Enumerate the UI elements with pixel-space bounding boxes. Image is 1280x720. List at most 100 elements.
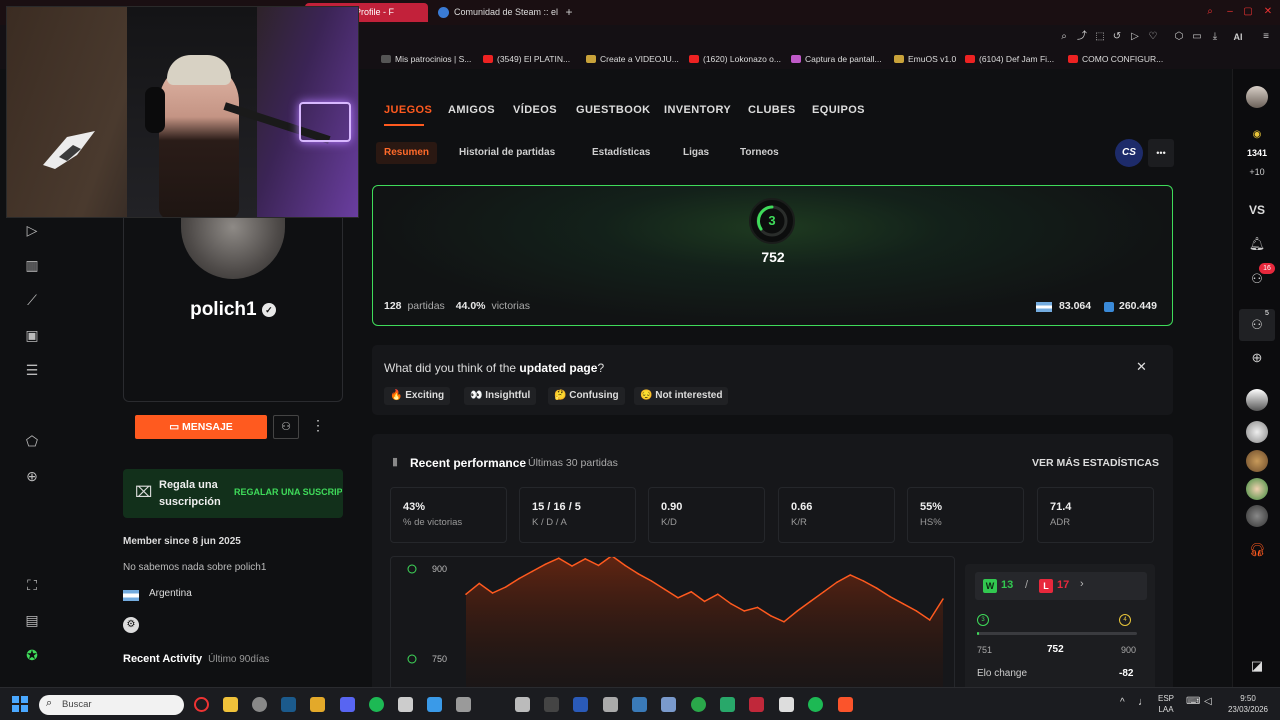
subtab-estadisticas[interactable]: Estadísticas bbox=[584, 142, 658, 164]
friend-avatar[interactable] bbox=[1246, 421, 1268, 443]
tab-juegos[interactable]: JUEGOS bbox=[384, 104, 432, 116]
spotify-app-icon[interactable] bbox=[808, 697, 823, 712]
video-icon[interactable]: ▣ bbox=[22, 325, 42, 345]
bookmark-item[interactable]: Mis patrocinios | S... bbox=[381, 52, 471, 66]
feedback-option-confusing[interactable]: 🤔 Confusing bbox=[548, 387, 625, 405]
add-friend-button[interactable]: ⚇ bbox=[273, 415, 299, 439]
play-icon[interactable]: ▷ bbox=[1129, 31, 1141, 43]
bookmark-item[interactable]: Create a VIDEOJU... bbox=[586, 52, 679, 66]
app-icon[interactable] bbox=[515, 697, 530, 712]
volume-icon[interactable]: ◁ bbox=[1204, 696, 1212, 707]
chevron-right-icon[interactable]: › bbox=[1080, 578, 1084, 590]
friend-avatar[interactable] bbox=[1246, 389, 1268, 411]
message-button[interactable]: ▭ MENSAJE bbox=[135, 415, 267, 439]
tab-clubes[interactable]: CLUBES bbox=[748, 104, 796, 116]
watch-icon[interactable]: ▷ bbox=[22, 220, 42, 240]
discord-app-icon[interactable] bbox=[340, 697, 355, 712]
spotify-app-icon[interactable] bbox=[369, 697, 384, 712]
ai-button[interactable]: AI bbox=[1227, 31, 1249, 43]
screenshot-icon[interactable]: ⬚ bbox=[1094, 31, 1106, 43]
friend-avatar[interactable] bbox=[1246, 505, 1268, 527]
list-icon[interactable]: ☰ bbox=[22, 360, 42, 380]
feedback-option-exciting[interactable]: 🔥 Exciting bbox=[384, 387, 451, 405]
more-options-icon[interactable]: ⋮ bbox=[311, 417, 325, 437]
taskbar-search-input[interactable]: ⌕ Buscar bbox=[39, 695, 184, 715]
cs-game-badge[interactable]: CS bbox=[1115, 139, 1143, 167]
subtab-ligas[interactable]: Ligas bbox=[675, 142, 717, 164]
close-window-icon[interactable]: ✕ bbox=[1262, 6, 1274, 18]
app-icon[interactable] bbox=[720, 697, 735, 712]
app-icon[interactable] bbox=[544, 697, 559, 712]
tab-guestbook[interactable]: GUESTBOOK bbox=[576, 104, 651, 116]
xbox-app-icon[interactable] bbox=[691, 697, 706, 712]
party-icon[interactable]: ⚇ bbox=[1247, 315, 1267, 335]
heart-icon[interactable]: ♡ bbox=[1147, 31, 1159, 43]
shop-icon[interactable]: ▤ bbox=[22, 610, 42, 630]
gift-subscription-button[interactable]: REGALAR UNA SUSCRIPCIÓN bbox=[234, 487, 342, 497]
steam-app-icon[interactable] bbox=[281, 697, 296, 712]
tab-amigos[interactable]: AMIGOS bbox=[448, 104, 495, 116]
wallet-icon[interactable]: ▭ bbox=[1191, 31, 1203, 43]
user-avatar[interactable] bbox=[1246, 86, 1268, 108]
zoom-icon[interactable]: ⌕ bbox=[1058, 31, 1070, 43]
friend-avatar[interactable] bbox=[1246, 450, 1268, 472]
app-icon[interactable] bbox=[779, 697, 794, 712]
friend-avatar[interactable] bbox=[1246, 478, 1268, 500]
share-icon[interactable]: ⤴ bbox=[1076, 31, 1088, 43]
clubs-icon[interactable]: ⬠ bbox=[22, 431, 42, 451]
add-party-icon[interactable]: ⊕ bbox=[1247, 348, 1267, 368]
mic-icon[interactable]: ♩ bbox=[1138, 696, 1149, 708]
faceit-logo-icon[interactable]: ◪ bbox=[1247, 656, 1267, 676]
bookmark-item[interactable]: (3549) El PLATIN... bbox=[483, 52, 570, 66]
rankings-icon[interactable]: ▥ bbox=[22, 255, 42, 275]
search-tabs-icon[interactable]: ⌕ bbox=[1204, 6, 1216, 18]
premium-icon[interactable]: ✪ bbox=[22, 645, 42, 665]
tab-videos[interactable]: VÍDEOS bbox=[513, 104, 557, 116]
feedback-option-insightful[interactable]: 👀 Insightful bbox=[464, 387, 537, 405]
feedback-close-icon[interactable]: ✕ bbox=[1136, 359, 1147, 375]
brave-app-icon[interactable] bbox=[838, 697, 853, 712]
support-headset-icon[interactable]: 🎧︎ bbox=[1247, 540, 1267, 560]
app-icon[interactable] bbox=[749, 697, 764, 712]
new-tab-icon[interactable]: + bbox=[563, 6, 575, 18]
subtab-torneos[interactable]: Torneos bbox=[732, 142, 787, 164]
subtab-resumen[interactable]: Resumen bbox=[376, 142, 438, 164]
download-icon[interactable]: ⤓ bbox=[1209, 31, 1221, 43]
language-indicator[interactable]: ESP LAA bbox=[1158, 693, 1174, 715]
subtab-historial[interactable]: Historial de partidas bbox=[451, 142, 563, 164]
app-icon[interactable] bbox=[456, 697, 471, 712]
more-menu-button[interactable]: ••• bbox=[1148, 139, 1174, 167]
maximize-icon[interactable]: ▢ bbox=[1242, 6, 1254, 18]
network-icon[interactable]: ⌨ bbox=[1186, 696, 1200, 707]
app-icon[interactable] bbox=[252, 697, 267, 712]
app-icon[interactable] bbox=[603, 697, 618, 712]
bookmark-item[interactable]: (6104) Def Jam Fi... bbox=[965, 52, 1054, 66]
minimize-icon[interactable]: – bbox=[1224, 6, 1236, 18]
app-icon[interactable] bbox=[398, 697, 413, 712]
bookmark-item[interactable]: Captura de pantall... bbox=[791, 52, 882, 66]
bookmark-item[interactable]: COMO CONFIGUR... bbox=[1068, 52, 1163, 66]
add-icon[interactable]: ⊕ bbox=[22, 466, 42, 486]
tray-chevron-icon[interactable]: ^ bbox=[1120, 697, 1125, 708]
notifications-icon[interactable]: 🔔︎ bbox=[1247, 234, 1267, 254]
tab-equipos[interactable]: EQUIPOS bbox=[812, 104, 865, 116]
bookmark-item[interactable]: (1620) Lokonazo o... bbox=[689, 52, 781, 66]
bookmark-item[interactable]: EmuOS v1.0 bbox=[894, 52, 956, 66]
rewind-icon[interactable]: ↺ bbox=[1111, 31, 1123, 43]
steam-icon[interactable]: ⚙ bbox=[123, 617, 139, 633]
browser-menu-icon[interactable]: ≡ bbox=[1260, 31, 1272, 43]
tab-inventory[interactable]: INVENTORY bbox=[664, 104, 731, 116]
more-stats-link[interactable]: VER MÁS ESTADÍSTICAS bbox=[1032, 457, 1159, 469]
notepad-app-icon[interactable] bbox=[427, 697, 442, 712]
fullscreen-icon[interactable]: ⛶ bbox=[22, 575, 42, 595]
clock[interactable]: 9:50 23/03/2026 bbox=[1222, 693, 1274, 715]
app-icon[interactable] bbox=[573, 697, 588, 712]
windows-start-icon[interactable] bbox=[12, 696, 28, 712]
extensions-icon[interactable]: ⬡ bbox=[1173, 31, 1185, 43]
app-icon[interactable] bbox=[310, 697, 325, 712]
tab-steam-community[interactable]: Comunidad de Steam :: el bbox=[432, 3, 558, 22]
file-explorer-app-icon[interactable] bbox=[223, 697, 238, 712]
opera-gx-app-icon[interactable] bbox=[194, 697, 209, 712]
app-icon[interactable] bbox=[661, 697, 676, 712]
stats-icon[interactable]: ⟋ bbox=[22, 290, 42, 310]
